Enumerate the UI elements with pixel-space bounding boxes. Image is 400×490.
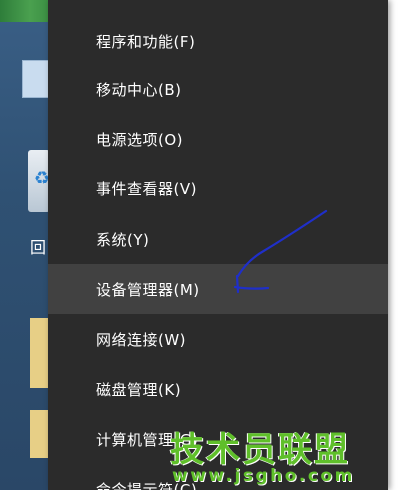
menu-item-programs-and-features[interactable]: 程序和功能(F): [48, 16, 388, 66]
menu-item-network-connections[interactable]: 网络连接(W): [48, 314, 388, 364]
menu-item-device-manager[interactable]: 设备管理器(M): [48, 264, 388, 314]
menu-item-system[interactable]: 系统(Y): [48, 214, 388, 264]
menu-item-label: 设备管理器(M): [96, 280, 200, 299]
menu-item-disk-management[interactable]: 磁盘管理(K): [48, 364, 388, 414]
desktop-file-icon[interactable]: [30, 318, 50, 388]
menu-item-label: 事件查看器(V): [96, 179, 197, 198]
watermark-title: 技术员联盟: [170, 430, 350, 470]
menu-item-label: 系统(Y): [96, 230, 150, 249]
recycle-bin-label: 回: [30, 238, 47, 257]
screen: ♻ 回 程序和功能(F) 移动中心(B) 电源选项(O) 事件查看器(V) 系统…: [0, 0, 400, 490]
desktop-folder-icon[interactable]: [22, 60, 50, 98]
menu-item-label: 电源选项(O): [96, 130, 184, 149]
menu-item-label: 程序和功能(F): [96, 32, 196, 51]
menu-item-power-options[interactable]: 电源选项(O): [48, 114, 388, 164]
menu-item-label: 网络连接(W): [96, 330, 187, 349]
menu-item-label: 磁盘管理(K): [96, 380, 182, 399]
menu-item-event-viewer[interactable]: 事件查看器(V): [48, 163, 388, 213]
site-watermark: 技术员联盟 www.jsgho.com: [170, 422, 400, 490]
menu-item-label: 移动中心(B): [96, 80, 182, 99]
winx-context-menu: 程序和功能(F) 移动中心(B) 电源选项(O) 事件查看器(V) 系统(Y) …: [48, 0, 388, 490]
desktop-wallpaper-strip: [0, 0, 50, 22]
desktop-file-icon[interactable]: [30, 410, 50, 458]
desktop-background: ♻ 回: [0, 0, 50, 490]
menu-item-mobility-center[interactable]: 移动中心(B): [48, 64, 388, 114]
watermark-url: www.jsgho.com: [172, 466, 355, 486]
